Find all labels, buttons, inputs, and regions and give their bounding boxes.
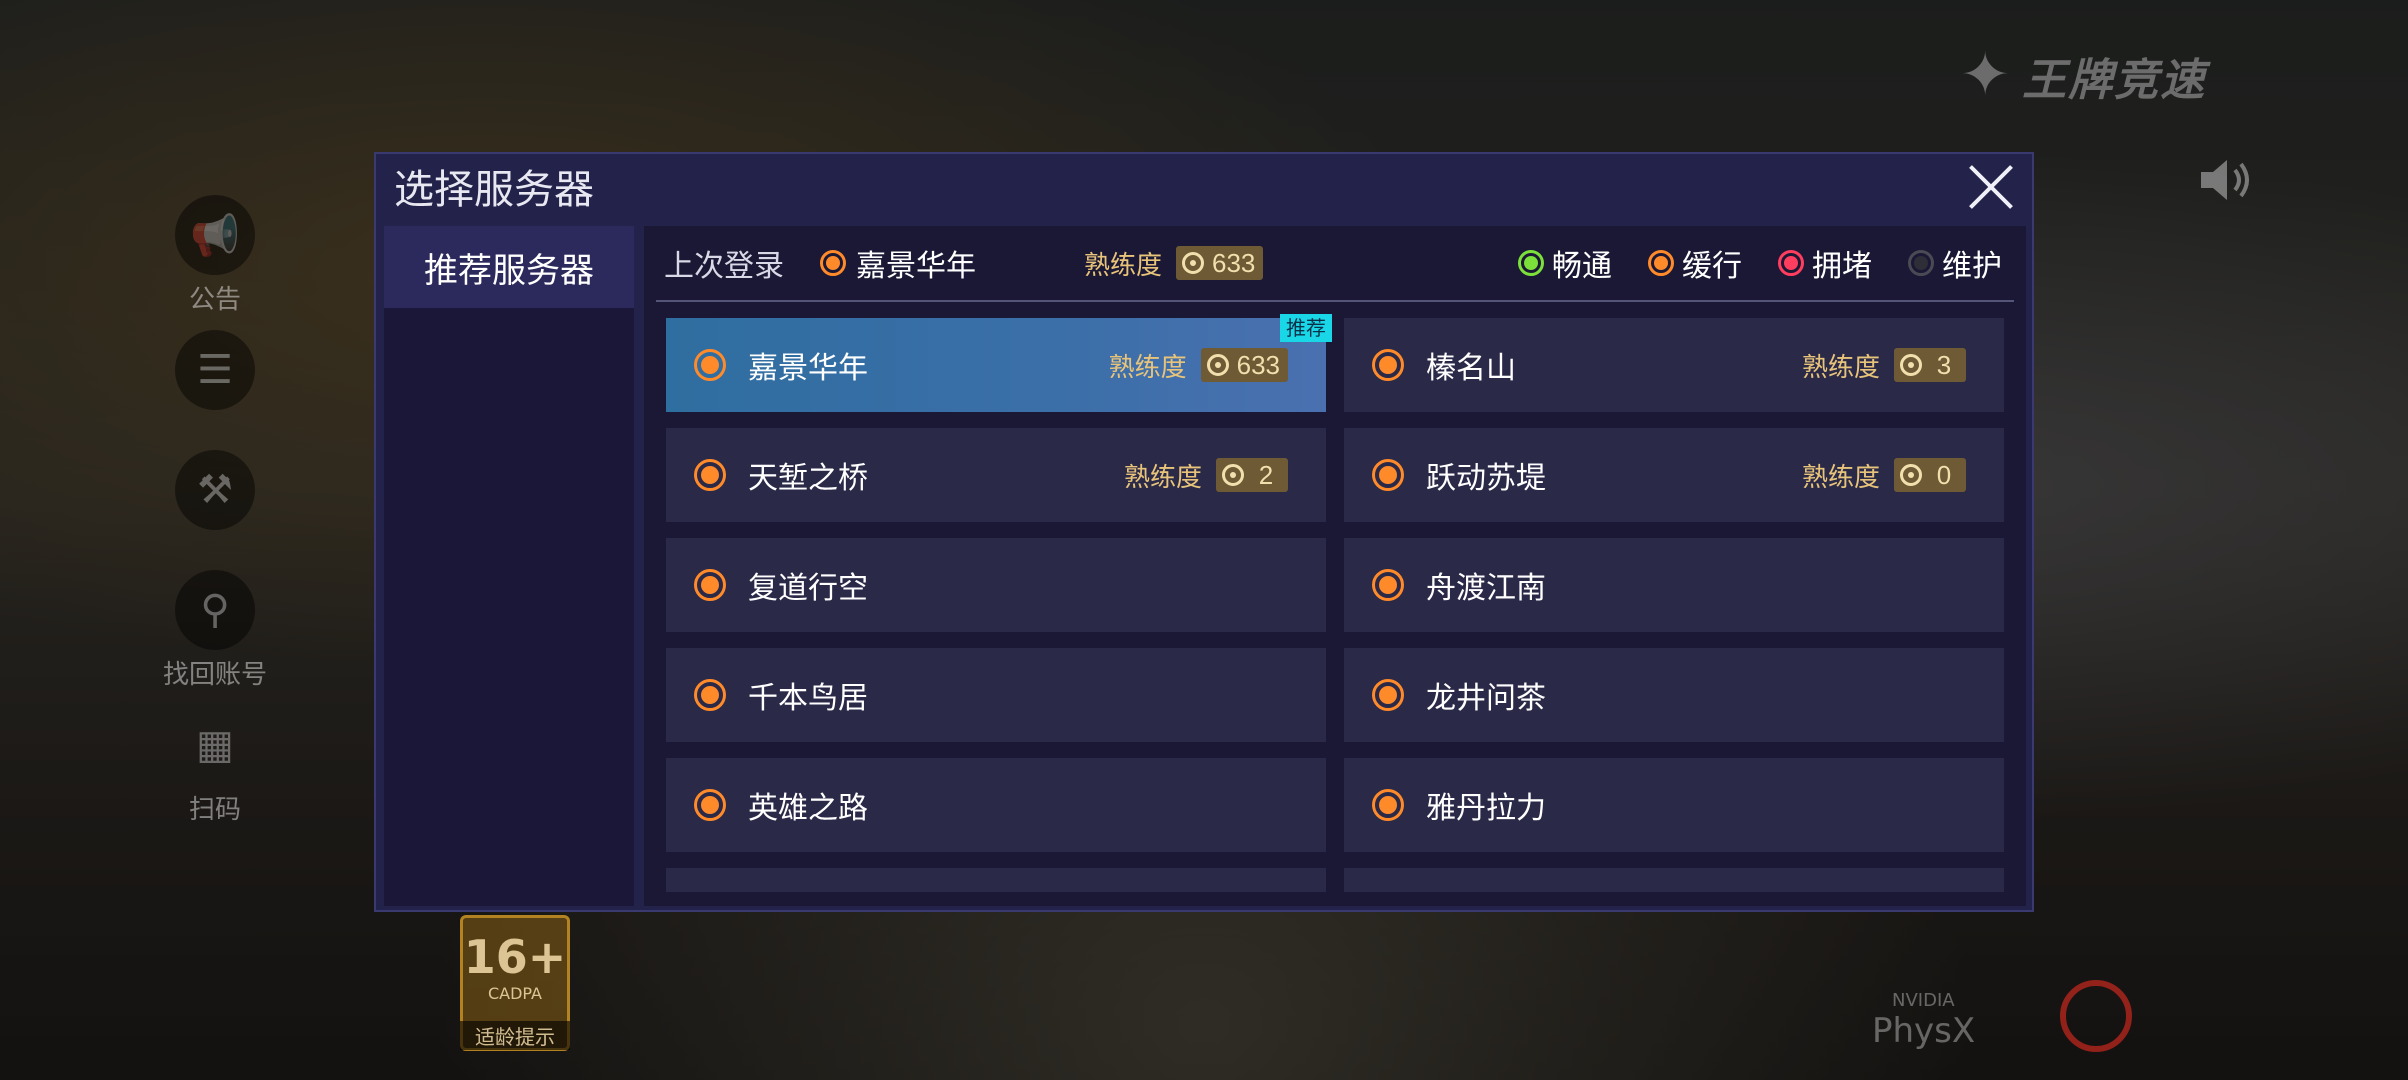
status-legend: 畅通 缓行 拥堵 维护 xyxy=(1482,241,2002,285)
publisher-logo-icon xyxy=(2060,980,2132,1052)
megaphone-icon: 📢 xyxy=(175,195,255,275)
recover-account-button[interactable]: ⚲ 找回账号 xyxy=(160,570,270,691)
close-icon[interactable] xyxy=(1968,164,2014,210)
side-item-label: 找回账号 xyxy=(162,660,267,690)
wrench-icon: ⚒ xyxy=(175,450,255,530)
status-radio-icon xyxy=(694,679,726,711)
legend-smooth: 畅通 xyxy=(1518,241,1612,285)
server-card[interactable]: 雅丹拉力 xyxy=(1344,758,2004,852)
dialog-header: 选择服务器 xyxy=(376,154,2032,218)
dialog-title: 选择服务器 xyxy=(394,167,594,213)
search-icon: ⚲ xyxy=(175,570,255,650)
legend-congested: 拥堵 xyxy=(1778,241,1872,285)
game-logo: ✦ 王牌竞速 xyxy=(1960,40,2207,110)
status-radio-icon xyxy=(1372,789,1404,821)
server-name: 跃动苏堤 xyxy=(1426,461,1546,496)
last-login-bar: 上次登录 嘉景华年 熟练度 633 畅通 缓行 拥堵 维护 xyxy=(656,226,2014,302)
server-card[interactable]: 复道行空 xyxy=(666,538,1326,632)
age-rating-badge: 16+ CADPA 适龄提示 xyxy=(460,915,570,1051)
proficiency-badge: 633 xyxy=(1200,348,1288,382)
server-card[interactable]: 舟渡江南 xyxy=(1344,538,2004,632)
last-login-server-name: 嘉景华年 xyxy=(856,249,976,284)
server-card[interactable]: 英雄之路 xyxy=(666,758,1326,852)
status-radio-icon xyxy=(1372,569,1404,601)
notes-button[interactable]: ☰ xyxy=(160,330,270,414)
server-name: 天堑之桥 xyxy=(748,461,868,496)
steering-wheel-icon xyxy=(1900,354,1922,376)
server-card[interactable]: 嘉景华年 熟练度 633 推荐 xyxy=(666,314,1332,412)
side-item-label: 扫码 xyxy=(188,795,241,825)
last-login-proficiency: 熟练度 633 xyxy=(1084,245,1264,282)
tab-label: 推荐服务器 xyxy=(424,250,594,291)
steering-wheel-icon xyxy=(1206,354,1229,376)
status-dot-icon xyxy=(1518,250,1544,276)
server-card[interactable]: 天堑之桥 熟练度 2 xyxy=(666,428,1326,522)
server-list-panel: 上次登录 嘉景华年 熟练度 633 畅通 缓行 拥堵 维护 嘉景华年 熟练度 6… xyxy=(644,226,2026,906)
status-radio-icon xyxy=(694,349,726,381)
steering-wheel-icon xyxy=(1900,464,1922,486)
server-category-panel: 推荐服务器 xyxy=(384,226,634,906)
server-name: 嘉景华年 xyxy=(748,351,868,386)
steering-wheel-icon xyxy=(1182,252,1205,274)
physx-logo: NVIDIA PhysX xyxy=(1872,990,1976,1051)
server-card-partial[interactable] xyxy=(1344,868,2004,892)
proficiency-badge: 3 xyxy=(1894,348,1966,382)
status-radio-icon xyxy=(1372,349,1404,381)
scan-button[interactable]: ▦ 扫码 xyxy=(160,705,270,826)
announcement-button[interactable]: 📢 公告 xyxy=(160,195,270,316)
qr-scan-icon: ▦ xyxy=(196,722,234,768)
server-name: 雅丹拉力 xyxy=(1426,791,1546,826)
status-dot-icon xyxy=(1648,250,1674,276)
tools-button[interactable]: ⚒ xyxy=(160,450,270,534)
server-name: 复道行空 xyxy=(748,571,868,606)
server-card[interactable]: 跃动苏堤 熟练度 0 xyxy=(1344,428,2004,522)
server-proficiency: 熟练度 0 xyxy=(1802,457,1966,494)
server-card-partial[interactable] xyxy=(666,868,1326,892)
server-name: 舟渡江南 xyxy=(1426,571,1546,606)
server-name: 英雄之路 xyxy=(748,791,868,826)
recommended-tag: 推荐 xyxy=(1280,314,1332,342)
status-radio-icon xyxy=(820,250,846,276)
side-item-label: 公告 xyxy=(188,285,241,315)
server-name: 龙井问茶 xyxy=(1426,681,1546,716)
server-card[interactable]: 千本鸟居 xyxy=(666,648,1326,742)
document-icon: ☰ xyxy=(175,330,255,410)
speaker-icon[interactable] xyxy=(2195,150,2255,210)
status-radio-icon xyxy=(694,569,726,601)
server-name: 榛名山 xyxy=(1426,351,1516,386)
status-dot-icon xyxy=(1908,250,1934,276)
server-name: 千本鸟居 xyxy=(748,681,868,716)
status-radio-icon xyxy=(1372,679,1404,711)
server-select-dialog: 选择服务器 推荐服务器 上次登录 嘉景华年 熟练度 633 畅通 缓行 拥堵 维… xyxy=(374,152,2034,912)
steering-wheel-icon xyxy=(1222,464,1244,486)
last-login-server[interactable]: 嘉景华年 xyxy=(820,241,976,285)
logo-icon: ✦ xyxy=(1960,40,2013,110)
server-card[interactable]: 榛名山 熟练度 3 xyxy=(1344,318,2004,412)
server-proficiency: 熟练度 2 xyxy=(1124,457,1288,494)
status-radio-icon xyxy=(694,789,726,821)
proficiency-badge: 0 xyxy=(1894,458,1966,492)
proficiency-badge: 2 xyxy=(1216,458,1288,492)
server-proficiency: 熟练度 633 xyxy=(1109,347,1288,384)
server-proficiency: 熟练度 3 xyxy=(1802,347,1966,384)
status-dot-icon xyxy=(1778,250,1804,276)
status-radio-icon xyxy=(694,459,726,491)
legend-slow: 缓行 xyxy=(1648,241,1742,285)
tab-recommended-servers[interactable]: 推荐服务器 xyxy=(384,226,634,308)
server-card[interactable]: 龙井问茶 xyxy=(1344,648,2004,742)
status-radio-icon xyxy=(1372,459,1404,491)
proficiency-badge: 633 xyxy=(1176,246,1264,280)
legend-maintenance: 维护 xyxy=(1908,241,2002,285)
last-login-label: 上次登录 xyxy=(664,249,784,284)
